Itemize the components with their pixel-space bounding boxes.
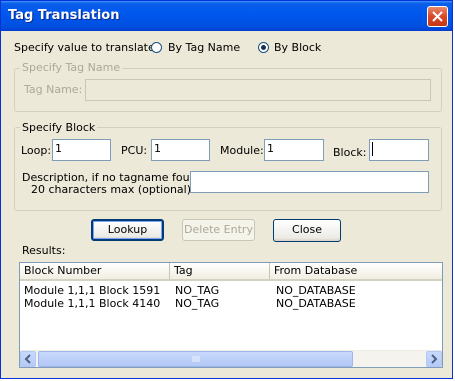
by-block-label[interactable]: By Block [274, 41, 321, 54]
scroll-right-button[interactable] [426, 351, 442, 367]
pcu-label: PCU: [121, 144, 148, 157]
tag-name-input[interactable] [85, 79, 431, 101]
column-header-tag[interactable]: Tag [170, 263, 270, 279]
loop-label: Loop: [21, 144, 52, 157]
close-window-button[interactable] [427, 6, 448, 27]
column-header-block-number[interactable]: Block Number [20, 263, 170, 279]
block-label: Block: [333, 146, 367, 159]
loop-input[interactable]: 1 [52, 139, 111, 161]
window-title: Tag Translation [8, 8, 120, 23]
lookup-button[interactable]: Lookup [91, 219, 164, 241]
results-list[interactable]: Block Number Tag From Database Module 1,… [19, 262, 443, 368]
tag-name-group-title: Specify Tag Name [20, 61, 123, 74]
module-input[interactable]: 1 [264, 139, 324, 161]
row-from-database: NO_DATABASE [276, 297, 356, 310]
row-tag: NO_TAG [175, 297, 220, 310]
translate-label: Specify value to translate: [14, 41, 159, 54]
row-block-number: Module 1,1,1 Block 4140 [24, 297, 161, 310]
scroll-left-button[interactable] [20, 351, 36, 367]
description-label-line2: 20 characters max (optional): [31, 183, 195, 196]
by-tag-name-label[interactable]: By Tag Name [168, 41, 240, 54]
radio-selected-dot [261, 45, 266, 50]
close-icon [432, 11, 443, 22]
by-tag-name-radio[interactable] [151, 42, 162, 53]
delete-entry-button[interactable]: Delete Entry [182, 219, 255, 241]
block-input[interactable] [369, 139, 429, 161]
row-block-number: Module 1,1,1 Block 1591 [24, 284, 161, 297]
scroll-thumb[interactable] [38, 351, 353, 367]
module-label: Module: [220, 144, 264, 157]
row-tag: NO_TAG [175, 284, 220, 297]
row-from-database: NO_DATABASE [276, 284, 356, 297]
results-label: Results: [22, 244, 66, 257]
column-header-from-database[interactable]: From Database [270, 263, 442, 279]
pcu-input[interactable]: 1 [151, 139, 210, 161]
results-header: Block Number Tag From Database [20, 263, 442, 281]
description-input[interactable] [190, 171, 429, 193]
tag-translation-dialog: Tag Translation Specify value to transla… [0, 0, 453, 379]
by-block-radio[interactable] [258, 42, 269, 53]
grip-icon [192, 356, 200, 362]
block-group-title: Specify Block [20, 121, 98, 134]
close-button[interactable]: Close [273, 219, 341, 242]
title-bar[interactable]: Tag Translation [1, 1, 452, 31]
chevron-right-icon [431, 354, 438, 364]
horizontal-scrollbar[interactable] [20, 350, 442, 367]
chevron-left-icon [24, 354, 31, 364]
tag-name-label: Tag Name: [24, 83, 83, 96]
text-caret [372, 142, 373, 156]
